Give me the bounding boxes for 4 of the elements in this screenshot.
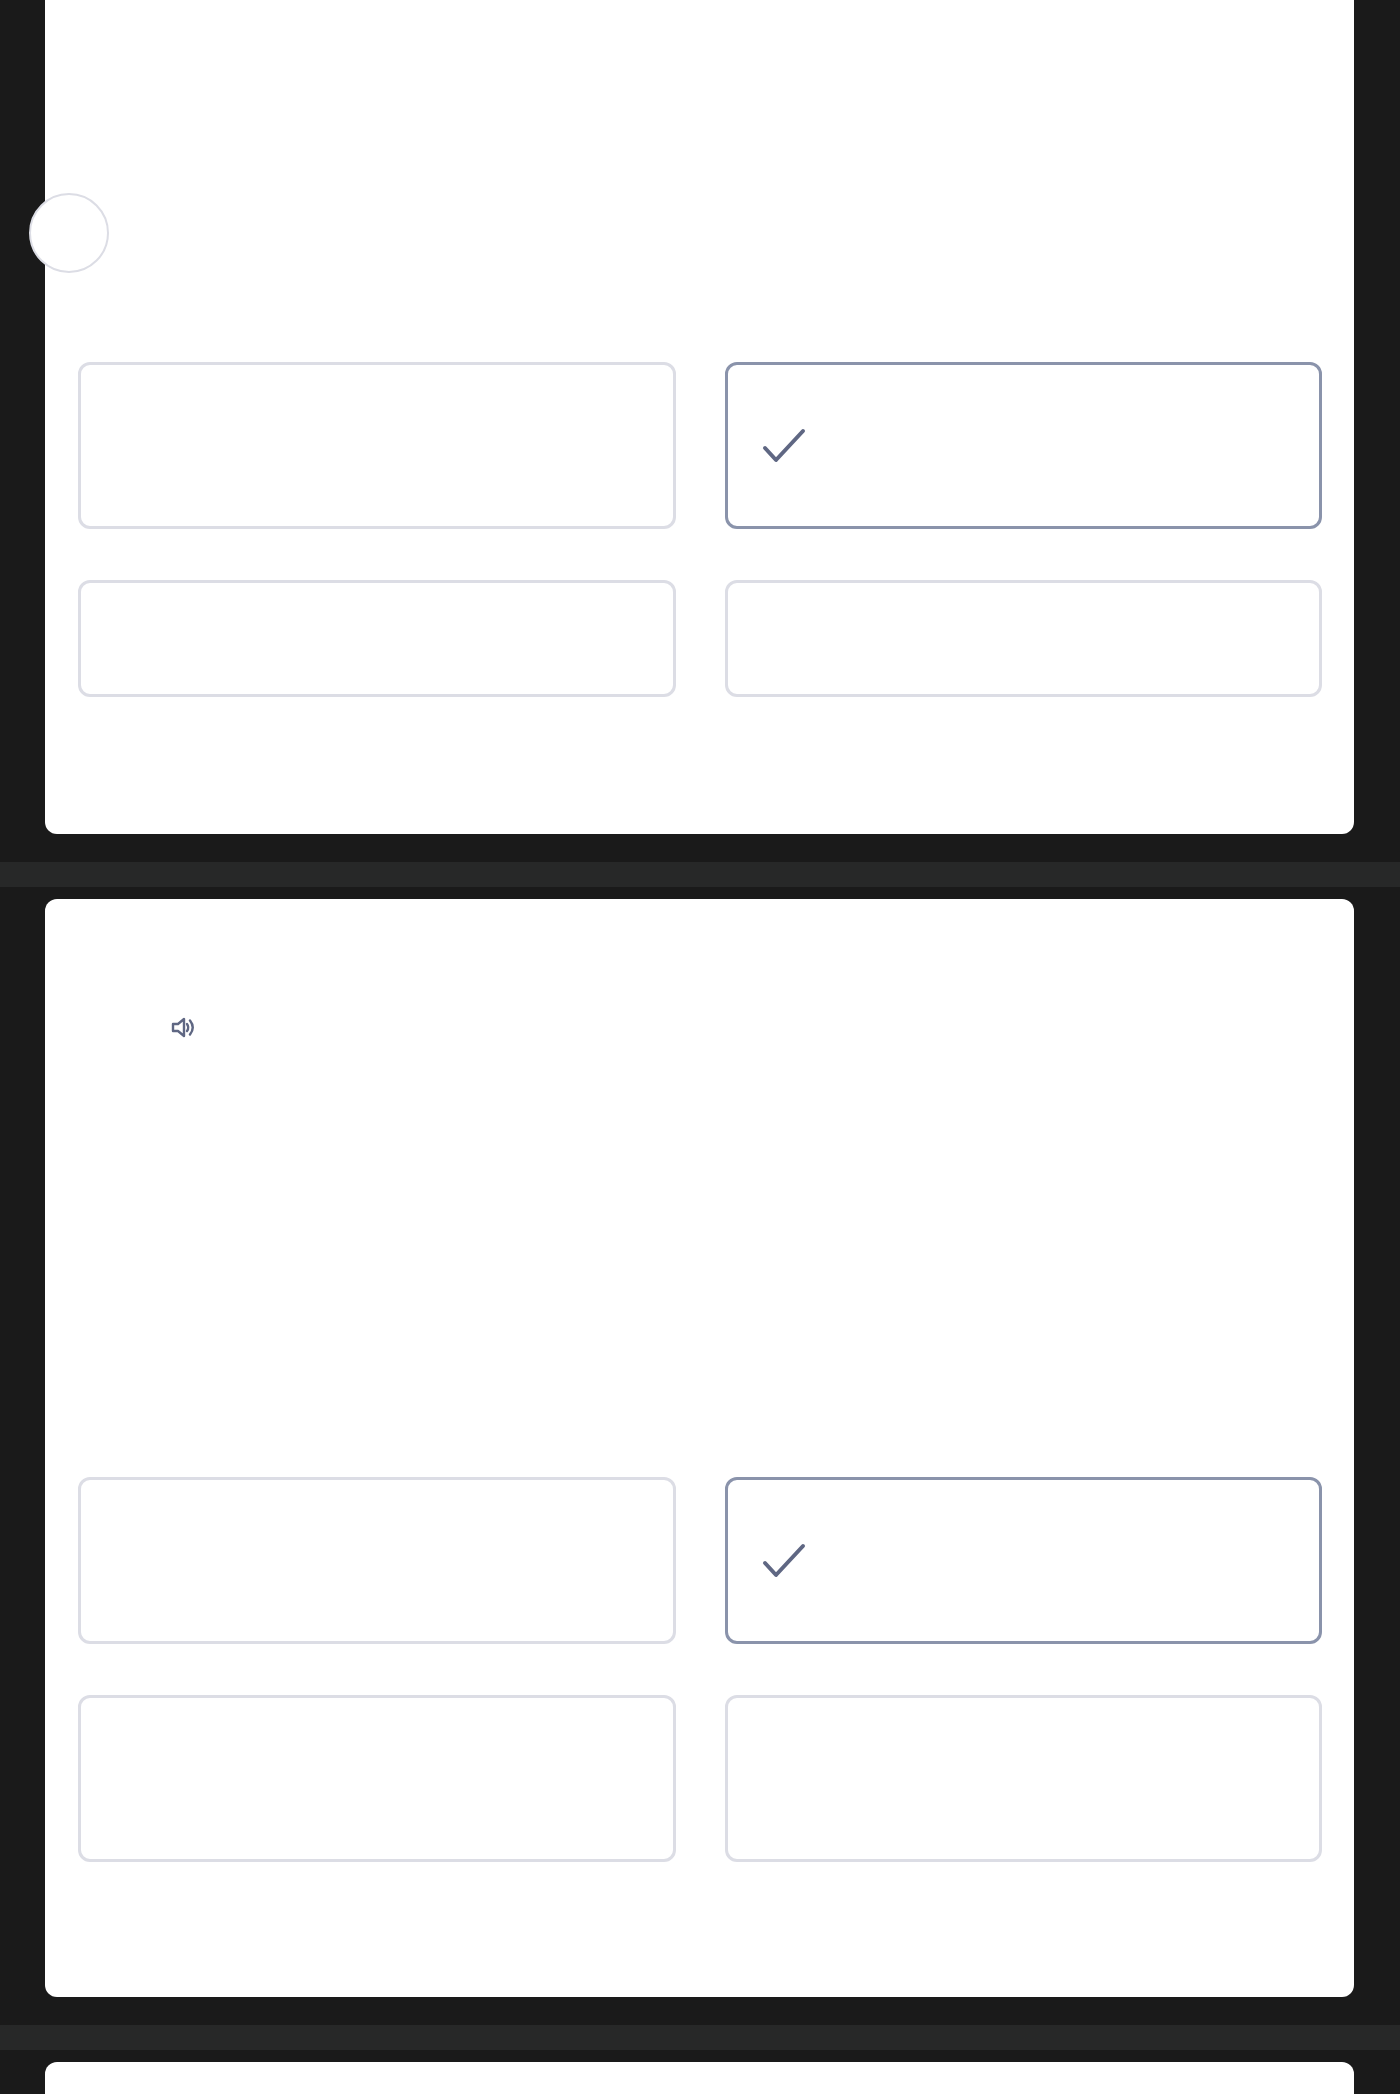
check-icon <box>761 427 806 464</box>
answer-option[interactable] <box>724 1477 1322 1644</box>
answer-option[interactable] <box>724 362 1322 529</box>
check-icon <box>761 1542 806 1579</box>
